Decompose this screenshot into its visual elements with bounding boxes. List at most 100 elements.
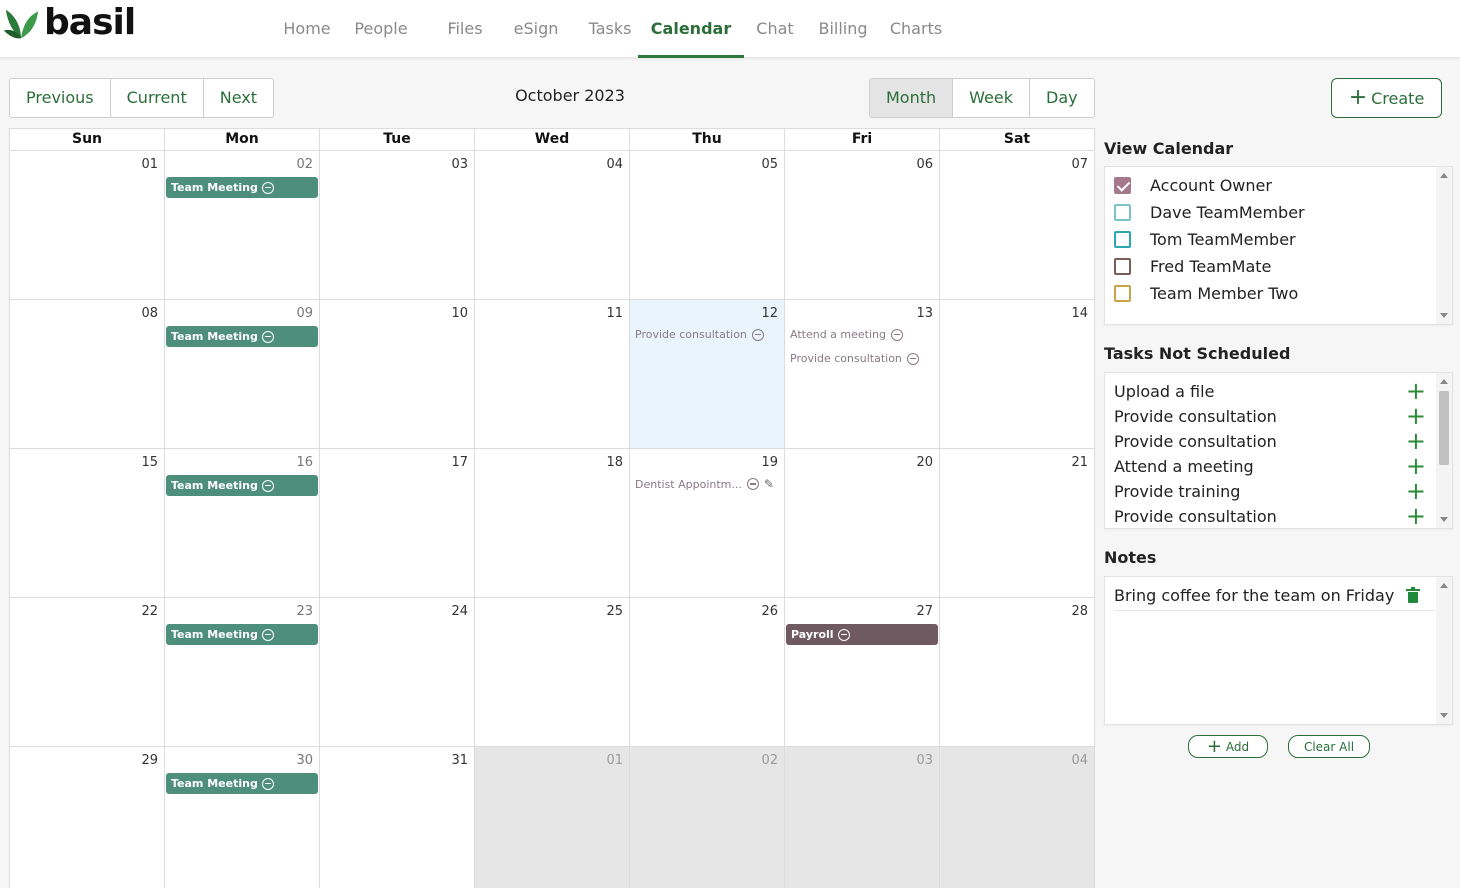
calendar-day[interactable]: 07	[940, 151, 1095, 299]
unscheduled-task: Provide consultation +	[1114, 429, 1426, 453]
calendar-event[interactable]: Team Meeting	[166, 475, 318, 496]
remove-circle-icon[interactable]	[261, 181, 274, 194]
schedule-task-plus-icon[interactable]: +	[1406, 429, 1426, 453]
calendar-day[interactable]: 17	[320, 449, 475, 597]
calendar-filter-row[interactable]: Team Member Two	[1114, 282, 1298, 304]
view-month-button[interactable]: Month	[870, 79, 954, 117]
calendar-filter-checkbox[interactable]	[1114, 230, 1131, 248]
calendar-day[interactable]: 03	[320, 151, 475, 299]
calendar-day[interactable]: 30 Team Meeting	[165, 747, 320, 888]
calendar-filter-checkbox[interactable]	[1114, 284, 1131, 302]
schedule-task-plus-icon[interactable]: +	[1406, 479, 1426, 503]
calendar-day[interactable]: 20	[785, 449, 940, 597]
calendar-filter-row[interactable]: Dave TeamMember	[1114, 201, 1305, 223]
calendar-day[interactable]: 29	[10, 747, 165, 888]
remove-circle-icon[interactable]	[261, 330, 274, 343]
calendar-day[interactable]: 26	[630, 598, 785, 746]
nav-home[interactable]: Home	[270, 0, 344, 58]
next-button[interactable]: Next	[203, 79, 273, 117]
calendar-day[interactable]: 19 Dentist Appointm... ✎	[630, 449, 785, 597]
calendar-day[interactable]: 22	[10, 598, 165, 746]
remove-circle-icon[interactable]	[746, 478, 759, 490]
remove-circle-icon[interactable]	[261, 479, 274, 492]
calendar-day[interactable]: 02	[630, 747, 785, 888]
calendar-day[interactable]: 31	[320, 747, 475, 888]
calendar-day[interactable]: 25	[475, 598, 630, 746]
calendar-day[interactable]: 15	[10, 449, 165, 597]
calendar-day[interactable]: 21	[940, 449, 1095, 597]
calendar-day-today[interactable]: 12 Provide consultation	[630, 300, 785, 448]
calendar-day[interactable]: 28	[940, 598, 1095, 746]
calendar-day[interactable]: 04	[940, 747, 1095, 888]
nav-files[interactable]: Files	[438, 0, 492, 58]
calendar-day[interactable]: 04	[475, 151, 630, 299]
create-button[interactable]: + Create	[1331, 78, 1442, 118]
calendar-day[interactable]: 14	[940, 300, 1095, 448]
calendar-task-event[interactable]: Provide consultation	[790, 352, 919, 365]
nav-people[interactable]: People	[344, 0, 418, 58]
calendar-task-event[interactable]: Attend a meeting	[790, 328, 903, 341]
calendar-day[interactable]: 08	[10, 300, 165, 448]
calendar-day[interactable]: 05	[630, 151, 785, 299]
calendar-filter-row[interactable]: Account Owner	[1114, 174, 1272, 196]
nav-charts[interactable]: Charts	[888, 0, 944, 58]
calendar-day[interactable]: 23 Team Meeting	[165, 598, 320, 746]
schedule-task-plus-icon[interactable]: +	[1406, 504, 1426, 528]
nav-billing[interactable]: Billing	[806, 0, 880, 58]
weekday-wed: Wed	[475, 129, 630, 150]
calendar-filter-checkbox[interactable]	[1114, 257, 1131, 275]
note-item: Bring coffee for the team on Friday	[1114, 583, 1435, 611]
calendar-day[interactable]: 16 Team Meeting	[165, 449, 320, 597]
calendar-event[interactable]: Payroll	[786, 624, 938, 645]
calendar-filter-checkbox[interactable]	[1114, 176, 1131, 194]
add-note-button[interactable]: + Add	[1188, 735, 1268, 758]
calendar-day[interactable]: 11	[475, 300, 630, 448]
calendar-day[interactable]: 06	[785, 151, 940, 299]
remove-circle-icon[interactable]	[906, 352, 919, 365]
calendar-day[interactable]: 24	[320, 598, 475, 746]
calendar-event[interactable]: Team Meeting	[166, 624, 318, 645]
remove-circle-icon[interactable]	[891, 328, 903, 341]
remove-circle-icon[interactable]	[837, 628, 850, 641]
calendar-day[interactable]: 03	[785, 747, 940, 888]
trash-icon[interactable]	[1406, 587, 1420, 603]
scrollbar[interactable]	[1436, 373, 1452, 528]
calendar-event[interactable]: Team Meeting	[166, 177, 318, 198]
view-day-button[interactable]: Day	[1030, 79, 1094, 117]
calendar-day[interactable]: 13 Attend a meeting Provide consultation	[785, 300, 940, 448]
calendar-filter-checkbox[interactable]	[1114, 203, 1131, 221]
current-button[interactable]: Current	[110, 79, 204, 117]
nav-calendar[interactable]: Calendar	[638, 0, 744, 58]
remove-circle-icon[interactable]	[261, 628, 274, 641]
calendar-event[interactable]: Team Meeting	[166, 326, 318, 347]
scrollbar[interactable]	[1436, 577, 1452, 724]
pencil-icon[interactable]: ✎	[764, 477, 774, 491]
calendar-filter-row[interactable]: Fred TeamMate	[1114, 255, 1271, 277]
calendar-day[interactable]: 10	[320, 300, 475, 448]
schedule-task-plus-icon[interactable]: +	[1406, 379, 1426, 403]
calendar-event[interactable]: Team Meeting	[166, 773, 318, 794]
calendar-day[interactable]: 02 Team Meeting	[165, 151, 320, 299]
calendar-task-event[interactable]: Provide consultation	[635, 328, 764, 341]
remove-circle-icon[interactable]	[261, 777, 274, 790]
remove-circle-icon[interactable]	[751, 328, 764, 341]
calendar-task-event[interactable]: Dentist Appointm... ✎	[635, 477, 774, 491]
calendar-day[interactable]: 18	[475, 449, 630, 597]
calendar-day[interactable]: 01	[475, 747, 630, 888]
calendar-day[interactable]: 09 Team Meeting	[165, 300, 320, 448]
nav-esign[interactable]: eSign	[500, 0, 572, 58]
nav-chat[interactable]: Chat	[744, 0, 806, 58]
schedule-task-plus-icon[interactable]: +	[1406, 454, 1426, 478]
calendar-filter-row[interactable]: Tom TeamMember	[1114, 228, 1296, 250]
clear-all-notes-button[interactable]: Clear All	[1288, 735, 1370, 758]
calendar-day[interactable]: 01	[10, 151, 165, 299]
scrollbar[interactable]	[1436, 167, 1452, 324]
day-number: 09	[296, 306, 313, 321]
nav-tasks[interactable]: Tasks	[582, 0, 638, 58]
schedule-task-plus-icon[interactable]: +	[1406, 404, 1426, 428]
previous-button[interactable]: Previous	[10, 79, 111, 117]
logo[interactable]: basil	[2, 3, 136, 43]
calendar-day[interactable]: 27 Payroll	[785, 598, 940, 746]
unscheduled-task: Attend a meeting +	[1114, 454, 1426, 478]
view-week-button[interactable]: Week	[953, 79, 1030, 117]
